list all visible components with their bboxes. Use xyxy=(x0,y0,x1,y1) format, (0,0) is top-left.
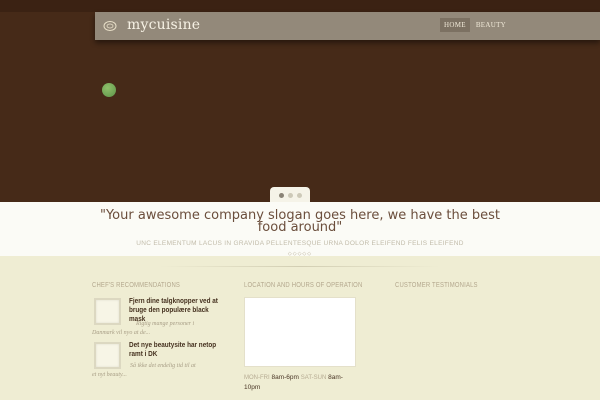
slogan-subtitle: unc elementum lacus in gravida pellentes… xyxy=(136,240,464,247)
nav-item-beauty[interactable]: BEAUTY xyxy=(472,18,510,32)
location-heading: LOCATION AND HOURS OF OPERATION xyxy=(244,282,363,289)
recommendation-thumbnail[interactable] xyxy=(94,298,121,325)
slider-marker-icon[interactable] xyxy=(102,83,116,97)
logo-text[interactable]: mycuisine xyxy=(127,17,200,33)
nav-item-home[interactable]: HOME xyxy=(440,18,470,32)
testimonials-heading: CUSTOMER TESTIMONIALS xyxy=(395,282,478,289)
ornament-divider: ◇◇◇◇◇ xyxy=(287,251,313,257)
hero-slider: mycuisine HOME BEAUTY xyxy=(0,0,600,202)
slogan-title: "Your awesome company slogan goes here, … xyxy=(99,208,500,235)
weekday-label: MON-FRI xyxy=(244,375,270,381)
weekday-hours: 8am-6pm xyxy=(271,374,299,381)
recommendation-thumbnail[interactable] xyxy=(94,342,121,369)
hero-top-shade xyxy=(0,0,600,12)
main-nav: HOME BEAUTY xyxy=(440,18,510,32)
recommendation-excerpt: Rigtig mange personer i xyxy=(136,321,195,327)
recommendation-excerpt: Så ikke det endelig tid til at xyxy=(130,363,196,369)
opening-hours: MON-FRI 8am-6pm SAT-SUN 8am-10pm xyxy=(244,373,354,392)
logo-icon xyxy=(103,21,117,31)
slider-pager-dot[interactable] xyxy=(296,192,302,198)
recommendation-title[interactable]: Fjern dine talgknopper ved at bruge den … xyxy=(129,296,227,323)
header-bar: mycuisine HOME BEAUTY xyxy=(95,12,600,40)
recommendations-heading: CHEF'S RECOMMENDATIONS xyxy=(92,282,181,289)
slider-pager xyxy=(270,187,310,203)
weekend-label: SAT-SUN xyxy=(300,375,327,381)
recommendation-title[interactable]: Det nye beautysite har netop ramt i DK xyxy=(129,340,227,358)
section-divider xyxy=(160,266,440,267)
recommendation-excerpt: Danmark vil nyo at de... xyxy=(92,330,151,336)
slider-pager-dot[interactable] xyxy=(278,192,284,198)
location-map[interactable] xyxy=(244,297,356,367)
recommendation-excerpt: et nyt beauty... xyxy=(92,372,127,378)
slider-pager-dot[interactable] xyxy=(287,192,293,198)
